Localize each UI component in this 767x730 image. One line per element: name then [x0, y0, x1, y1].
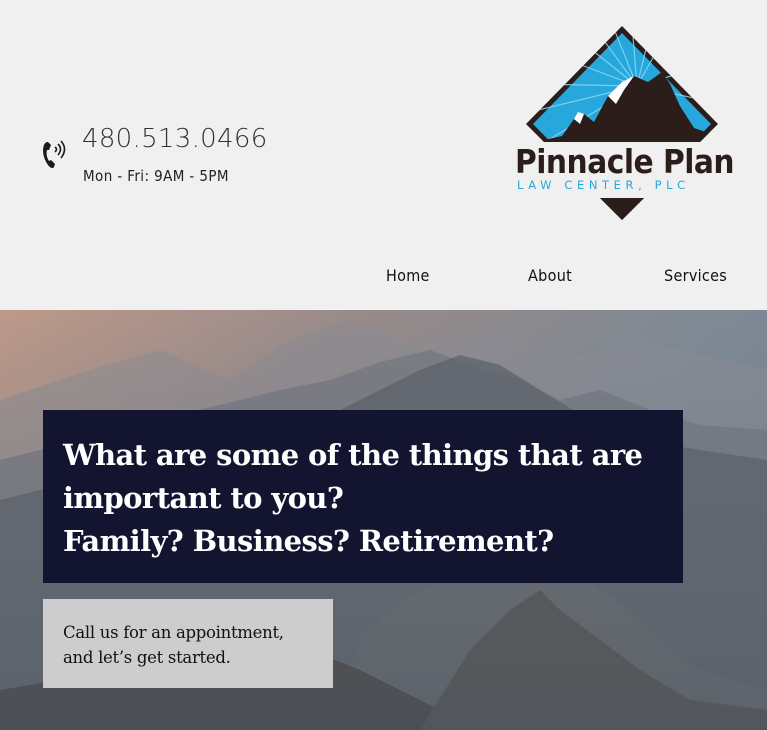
logo-subtitle: LAW CENTER, PLC	[517, 178, 690, 192]
hero-headline-line: important to you?	[63, 481, 344, 515]
main-nav: Home About Services	[0, 266, 767, 290]
business-hours: Mon - Fri: 9AM - 5PM	[83, 167, 229, 185]
phone-number[interactable]: 480.513.0466	[82, 124, 268, 154]
site-header: 480.513.0466 Mon - Fri: 9AM - 5PM Pinnac…	[0, 0, 767, 310]
hero-headline-line: Family? Business? Retirement?	[63, 524, 554, 558]
hero-headline-box: What are some of the things that are imp…	[43, 410, 683, 583]
nav-item-about[interactable]: About	[528, 266, 572, 285]
phone-icon	[43, 140, 66, 169]
hero-headline: What are some of the things that are imp…	[63, 434, 663, 563]
cta-line: Call us for an appointment,	[63, 623, 284, 642]
cta-line: and let’s get started.	[63, 648, 231, 667]
nav-item-services[interactable]: Services	[664, 266, 727, 285]
nav-item-home[interactable]: Home	[386, 266, 430, 285]
hero-headline-line: What are some of the things that are	[63, 438, 643, 472]
cta-text: Call us for an appointment, and let’s ge…	[63, 620, 313, 670]
cta-box: Call us for an appointment, and let’s ge…	[43, 599, 333, 688]
logo-title: Pinnacle Plan	[515, 142, 735, 181]
